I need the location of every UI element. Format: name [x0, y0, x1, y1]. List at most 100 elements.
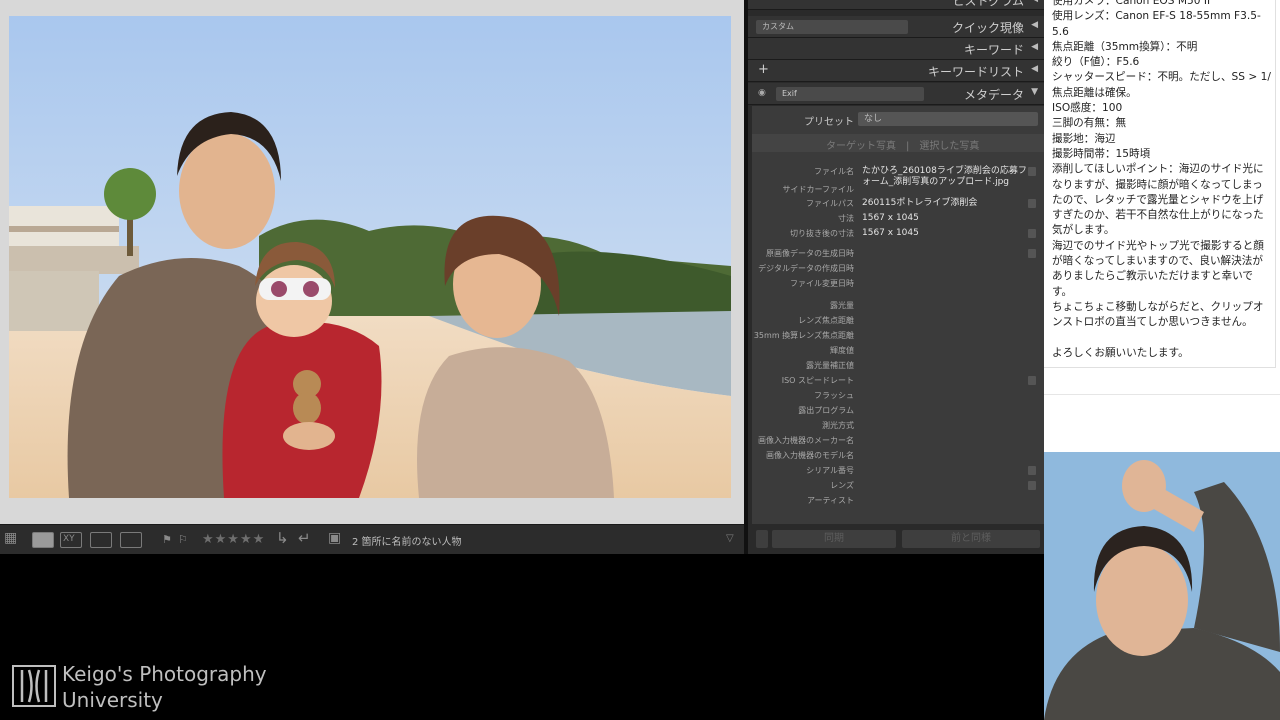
metadata-panel: プリセット なし ターゲット写真 | 選択した写真 ファイル名 たかひろ_2601… — [752, 106, 1044, 524]
comment-line: 絞り（F値）：F5.6 — [1052, 56, 1140, 69]
people-view-button[interactable] — [120, 532, 142, 548]
metadata-action-button[interactable] — [1028, 199, 1036, 208]
loupe-view — [0, 0, 744, 524]
metadata-label: ファイル名 — [814, 167, 854, 176]
metadata-row: 寸法 1567 x 1045 — [752, 213, 1044, 228]
comment-line: シャッタースピード：不明。ただし、SS > 1/焦点距離は確保。 — [1052, 71, 1271, 99]
submission-comment: 使用カメラ：Canon EOS M50 II 使用レンズ：Canon EF-S 1… — [1044, 0, 1280, 452]
metadata-view-dropdown[interactable]: Exif — [776, 87, 924, 101]
face-detect-icon[interactable]: ▣ — [328, 530, 341, 546]
star-rating[interactable]: ★★★★★ — [202, 532, 265, 547]
toolbar: ▦ XY ⚑ ⚐ ★★★★★ ↳ ↵ ▣ 2 箇所に名前のない人物 ▽ — [0, 524, 744, 554]
collapse-triangle-icon: ◀ — [1031, 0, 1038, 4]
metadata-label: シリアル番号 — [806, 466, 854, 475]
histogram-header[interactable]: ヒストグラム ◀ — [748, 0, 1044, 10]
metadata-value[interactable]: 260115ポトレライブ添削会 — [862, 198, 1028, 209]
presenter-image — [1044, 452, 1280, 720]
metadata-label: 原画像データの生成日時 — [766, 249, 854, 258]
metadata-row: レンズ焦点距離 — [752, 315, 1044, 330]
comment-line: 撮影時間帯：15時頃 — [1052, 147, 1151, 160]
comment-line: 三脚の有無：無 — [1052, 117, 1127, 130]
comment-line: 焦点距離（35mm換算）：不明 — [1052, 40, 1198, 53]
logo-line1: Keigo's Photography — [62, 662, 267, 686]
main-photo[interactable] — [9, 16, 731, 498]
metadata-label: ファイルパス — [806, 199, 854, 208]
metadata-row: ファイル変更日時 — [752, 278, 1044, 293]
metadata-label: レンズ焦点距離 — [798, 316, 854, 325]
metadata-row: ファイルパス 260115ポトレライブ添削会 — [752, 198, 1044, 213]
rotate-left-icon[interactable]: ↳ — [276, 529, 289, 547]
metadata-label: 露光量 — [830, 301, 854, 310]
expand-triangle-icon: ▼ — [1031, 87, 1038, 97]
metadata-label: ISO スピードレート — [781, 376, 854, 385]
metadata-label: 35mm 換算レンズ焦点距離 — [753, 331, 854, 340]
metadata-row: フラッシュ — [752, 390, 1044, 405]
keyword-list-title: キーワードリスト — [927, 65, 1024, 79]
metadata-action-button[interactable] — [1028, 229, 1036, 238]
metadata-label: 測光方式 — [822, 421, 854, 430]
preset-dropdown[interactable]: なし — [858, 112, 1038, 126]
metadata-header[interactable]: ◉ Exif メタデータ ▼ — [748, 83, 1044, 105]
screen: ▦ XY ⚑ ⚐ ★★★★★ ↳ ↵ ▣ 2 箇所に名前のない人物 ▽ ヒストグ… — [0, 0, 1280, 720]
quick-develop-header[interactable]: カスタム クイック現像 ◀ — [748, 16, 1044, 38]
metadata-row: アーティスト — [752, 495, 1044, 510]
metadata-row: 輝度値 — [752, 345, 1044, 360]
keywords-header[interactable]: キーワード ◀ — [748, 38, 1044, 60]
panel-footer: 同期 前と同様 — [748, 526, 1044, 554]
logo-line2: University — [62, 688, 163, 712]
metadata-label: 輝度値 — [830, 346, 854, 355]
metadata-action-button[interactable] — [1028, 376, 1036, 385]
metadata-label: 画像入力機器のメーカー名 — [758, 436, 854, 445]
keyword-list-header[interactable]: + キーワードリスト ◀ — [748, 60, 1044, 82]
rotate-right-icon[interactable]: ↵ — [298, 529, 311, 547]
preset-label: プリセット — [804, 117, 854, 128]
metadata-label: アーティスト — [806, 496, 854, 505]
metadata-row: ファイル名 たかひろ_260108ライブ添削会の応募フォーム_添削写真のアップロー… — [752, 166, 1044, 187]
target-toggle-label: ターゲット写真 | 選択した写真 — [826, 141, 980, 152]
metadata-label: 寸法 — [838, 214, 854, 223]
eye-icon[interactable]: ◉ — [758, 88, 766, 98]
target-toggle[interactable]: ターゲット写真 | 選択した写真 — [752, 134, 1044, 152]
compare-view-button[interactable]: XY — [60, 532, 82, 548]
reject-flag-icon[interactable]: ⚐ — [178, 533, 188, 546]
metadata-action-button[interactable] — [1028, 249, 1036, 258]
metadata-label: サイドカーファイル — [782, 185, 854, 194]
logo-mark-icon — [12, 665, 56, 707]
preset-row: プリセット なし — [752, 106, 1044, 132]
metadata-row: 画像入力機器のメーカー名 — [752, 435, 1044, 450]
comment-line: 撮影地：海辺 — [1052, 132, 1116, 145]
comment-line: 添削してほしいポイント：海辺のサイド光になりますが、撮影時に顔が暗くなってしまっ… — [1052, 163, 1264, 237]
grid-view-icon[interactable]: ▦ — [4, 530, 17, 546]
metadata-row: 露光量補正値 — [752, 360, 1044, 375]
metadata-label: フラッシュ — [814, 391, 854, 400]
metadata-action-button[interactable] — [1028, 167, 1036, 176]
metadata-action-button[interactable] — [1028, 481, 1036, 490]
collapse-triangle-icon: ◀ — [1031, 20, 1038, 30]
metadata-value[interactable]: 1567 x 1045 — [862, 213, 1028, 224]
sync-button[interactable]: 同期 — [772, 530, 896, 548]
flag-icon[interactable]: ⚑ — [162, 533, 172, 546]
comment-line: 使用レンズ：Canon EF-S 18-55mm F3.5-5.6 — [1052, 10, 1261, 38]
metadata-title: メタデータ — [963, 88, 1024, 102]
comment-line: 海辺でのサイド光やトップ光で撮影すると顔が暗くなってしまいますので、良い解決法が… — [1052, 239, 1264, 298]
metadata-row: サイドカーファイル — [752, 184, 1044, 199]
quick-develop-preset-dropdown[interactable]: カスタム — [756, 20, 908, 34]
set-previous-button[interactable]: 前と同様 — [902, 530, 1040, 548]
right-panel: ヒストグラム ◀ カスタム クイック現像 ◀ キーワード ◀ + キーワードリス… — [744, 0, 1044, 554]
comment-line: ISO感度：100 — [1052, 102, 1123, 115]
metadata-label: 露光量補正値 — [806, 361, 854, 370]
metadata-row: デジタルデータの作成日時 — [752, 263, 1044, 278]
metadata-label: デジタルデータの作成日時 — [758, 264, 854, 273]
add-keyword-icon[interactable]: + — [758, 62, 769, 77]
metadata-row: 原画像データの生成日時 — [752, 248, 1044, 263]
metadata-value[interactable]: 1567 x 1045 — [862, 228, 1028, 239]
metadata-row: 切り抜き後の寸法 1567 x 1045 — [752, 228, 1044, 243]
metadata-label: 露出プログラム — [798, 406, 854, 415]
metadata-action-button[interactable] — [1028, 466, 1036, 475]
toolbar-menu-chevron-icon[interactable]: ▽ — [726, 533, 734, 544]
loupe-view-button[interactable] — [32, 532, 54, 548]
histogram-title: ヒストグラム — [952, 0, 1024, 8]
metadata-row: レンズ — [752, 480, 1044, 495]
sync-toggle[interactable] — [756, 530, 768, 548]
survey-view-button[interactable] — [90, 532, 112, 548]
